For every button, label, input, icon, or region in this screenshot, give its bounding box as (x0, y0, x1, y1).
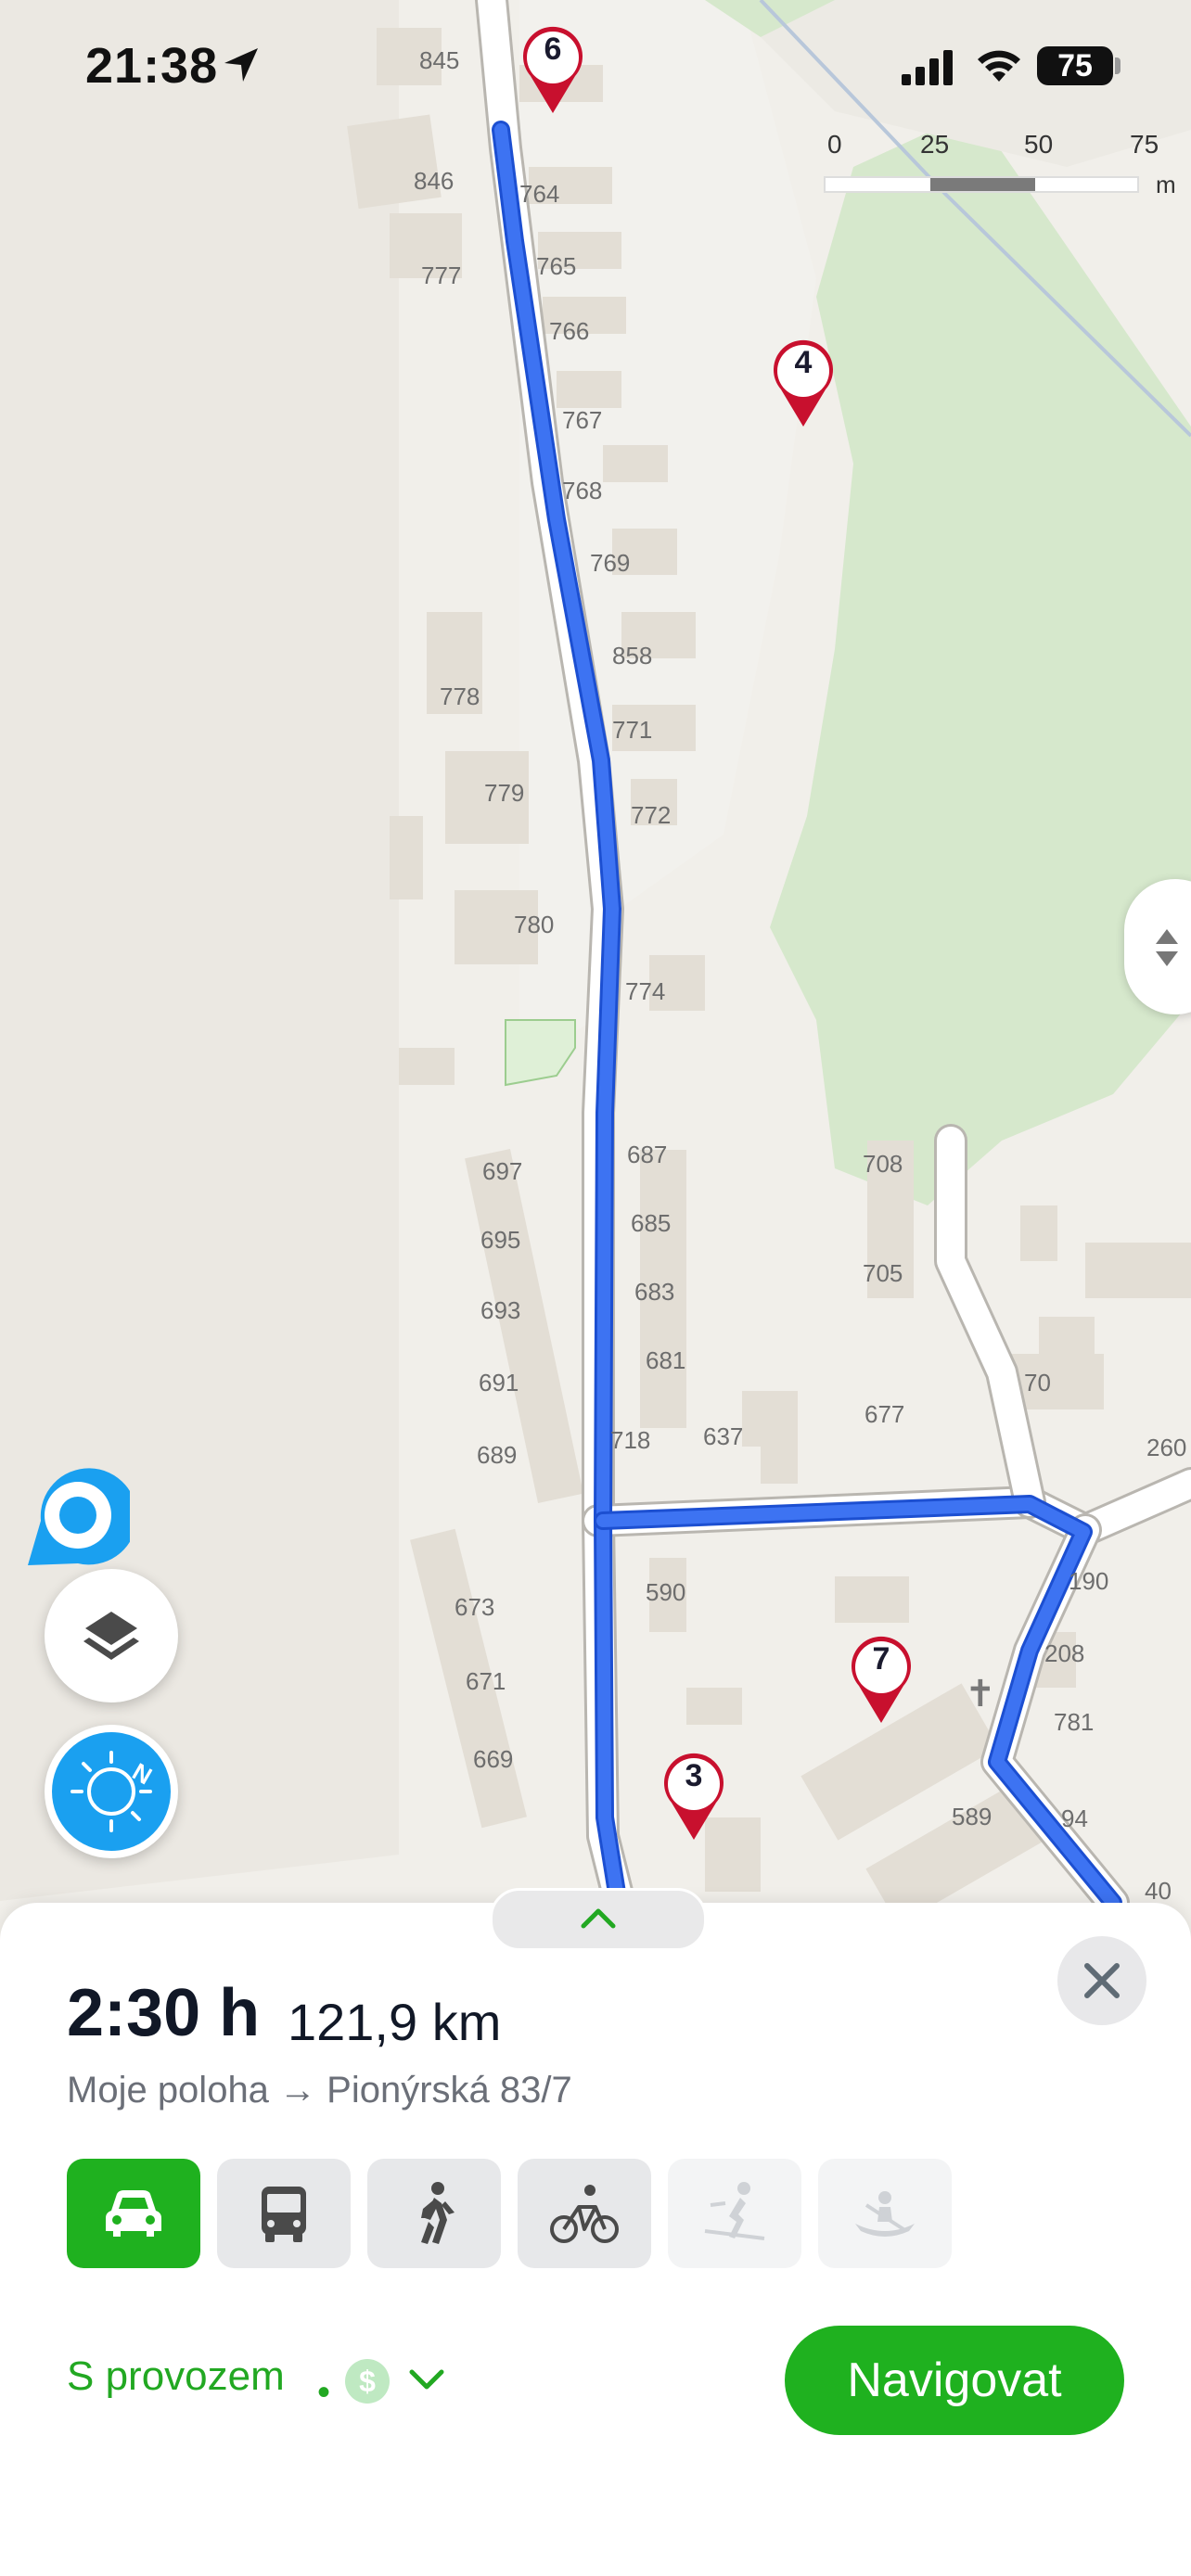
house-number: 697 (482, 1157, 523, 1185)
house-number: 669 (473, 1745, 514, 1773)
house-number: 671 (466, 1667, 506, 1695)
house-number: 689 (477, 1441, 518, 1469)
house-number: 769 (590, 549, 631, 577)
route-distance: 121,9 km (288, 1993, 502, 2051)
house-number: 771 (612, 716, 653, 744)
mode-bike-button[interactable] (518, 2159, 651, 2268)
waypoint-number: 4 (794, 345, 813, 380)
ski-icon (704, 2182, 765, 2240)
mode-ski-button[interactable] (668, 2159, 801, 2268)
house-number: 777 (421, 261, 462, 289)
close-button[interactable] (1057, 1936, 1146, 2025)
scale-label: 75 (1130, 130, 1159, 159)
side-panel-handle[interactable] (1124, 879, 1191, 1014)
house-number: 765 (536, 252, 577, 280)
wifi-icon (978, 50, 1020, 82)
house-number: 768 (562, 477, 603, 504)
mode-walk-button[interactable] (367, 2159, 501, 2268)
compass-icon: N (52, 1732, 171, 1851)
mode-canoe-button[interactable] (818, 2159, 952, 2268)
house-number: 781 (1054, 1708, 1095, 1736)
house-number: 774 (625, 977, 666, 1005)
my-position-marker-icon[interactable] (22, 1467, 130, 1569)
house-number: 94 (1061, 1804, 1088, 1832)
house-number: 779 (484, 779, 525, 807)
chevron-up-icon (581, 1908, 616, 1929)
house-number: 691 (479, 1369, 519, 1396)
house-number: 767 (562, 406, 603, 434)
chevron-down-icon[interactable] (406, 2366, 447, 2394)
battery-tip (1115, 57, 1121, 74)
scale-ruler (824, 176, 1139, 193)
scale-label: 50 (1024, 130, 1054, 159)
house-number: 683 (634, 1278, 675, 1306)
house-number: 708 (863, 1150, 903, 1178)
house-number: 677 (864, 1400, 905, 1428)
mode-transit-button[interactable] (217, 2159, 351, 2268)
house-number: 764 (519, 180, 560, 208)
house-number: 705 (863, 1259, 903, 1287)
house-number: 685 (631, 1209, 672, 1237)
house-number: 589 (952, 1803, 992, 1830)
svg-text:✝: ✝ (965, 1673, 996, 1715)
house-number: 260 (1146, 1434, 1187, 1461)
house-number: 846 (414, 167, 455, 195)
house-number: 718 (610, 1426, 651, 1454)
status-bar: 21:38 75 (0, 0, 1191, 130)
close-icon (1084, 1963, 1120, 1998)
expand-arrows-icon (1156, 929, 1178, 966)
bicycle-icon (550, 2185, 619, 2243)
house-number: 766 (549, 317, 590, 345)
house-number: 190 (1069, 1567, 1109, 1595)
house-number: 693 (480, 1296, 521, 1324)
map-layers-button[interactable] (45, 1569, 178, 1702)
house-number: 70 (1024, 1369, 1051, 1396)
waypoint-number: 3 (685, 1758, 703, 1793)
layers-icon (83, 1612, 139, 1660)
house-number: 673 (455, 1593, 495, 1621)
canoe-icon (855, 2191, 915, 2237)
traffic-option-dropdown[interactable]: S provozem (67, 2353, 285, 2400)
house-number: 590 (646, 1578, 686, 1606)
waypoint-pin-7[interactable]: 7 (848, 1634, 915, 1727)
house-number: 695 (480, 1226, 521, 1254)
route-from-to: Moje poloha → Pionýrská 83/7 (67, 2070, 572, 2111)
house-number: 208 (1044, 1639, 1085, 1667)
car-icon (106, 2190, 161, 2237)
cellular-signal-icon (902, 50, 953, 85)
route-duration: 2:30 h (67, 1976, 261, 2050)
house-number: 681 (646, 1346, 686, 1374)
toll-icon: $ (345, 2359, 390, 2404)
waypoint-pin-4[interactable]: 4 (770, 338, 837, 430)
scale-label: 25 (920, 130, 950, 159)
compass-button[interactable]: N (45, 1725, 178, 1858)
scale-label: 0 (827, 130, 842, 159)
house-number: 858 (612, 642, 653, 670)
map-scale-bar: 0 25 50 75 m (816, 130, 1187, 204)
mode-car-button[interactable] (67, 2159, 200, 2268)
house-number: 637 (703, 1422, 744, 1450)
waypoint-number: 7 (872, 1641, 890, 1677)
location-arrow-icon (224, 48, 258, 82)
house-number: 687 (627, 1141, 668, 1168)
navigate-button[interactable]: Navigovat (785, 2326, 1124, 2435)
house-number: 772 (631, 801, 672, 829)
status-time: 21:38 (85, 38, 219, 94)
walk-icon (421, 2182, 455, 2244)
separator-dot: • (317, 2372, 331, 2413)
sheet-expand-handle[interactable] (490, 1888, 707, 1951)
battery-icon: 75 (1037, 46, 1113, 85)
waypoint-pin-3[interactable]: 3 (660, 1751, 727, 1843)
house-number: 40 (1145, 1877, 1172, 1905)
house-number: 780 (514, 911, 555, 938)
house-number: 778 (440, 682, 480, 710)
scale-unit: m (1156, 171, 1176, 198)
bus-icon (262, 2187, 306, 2242)
